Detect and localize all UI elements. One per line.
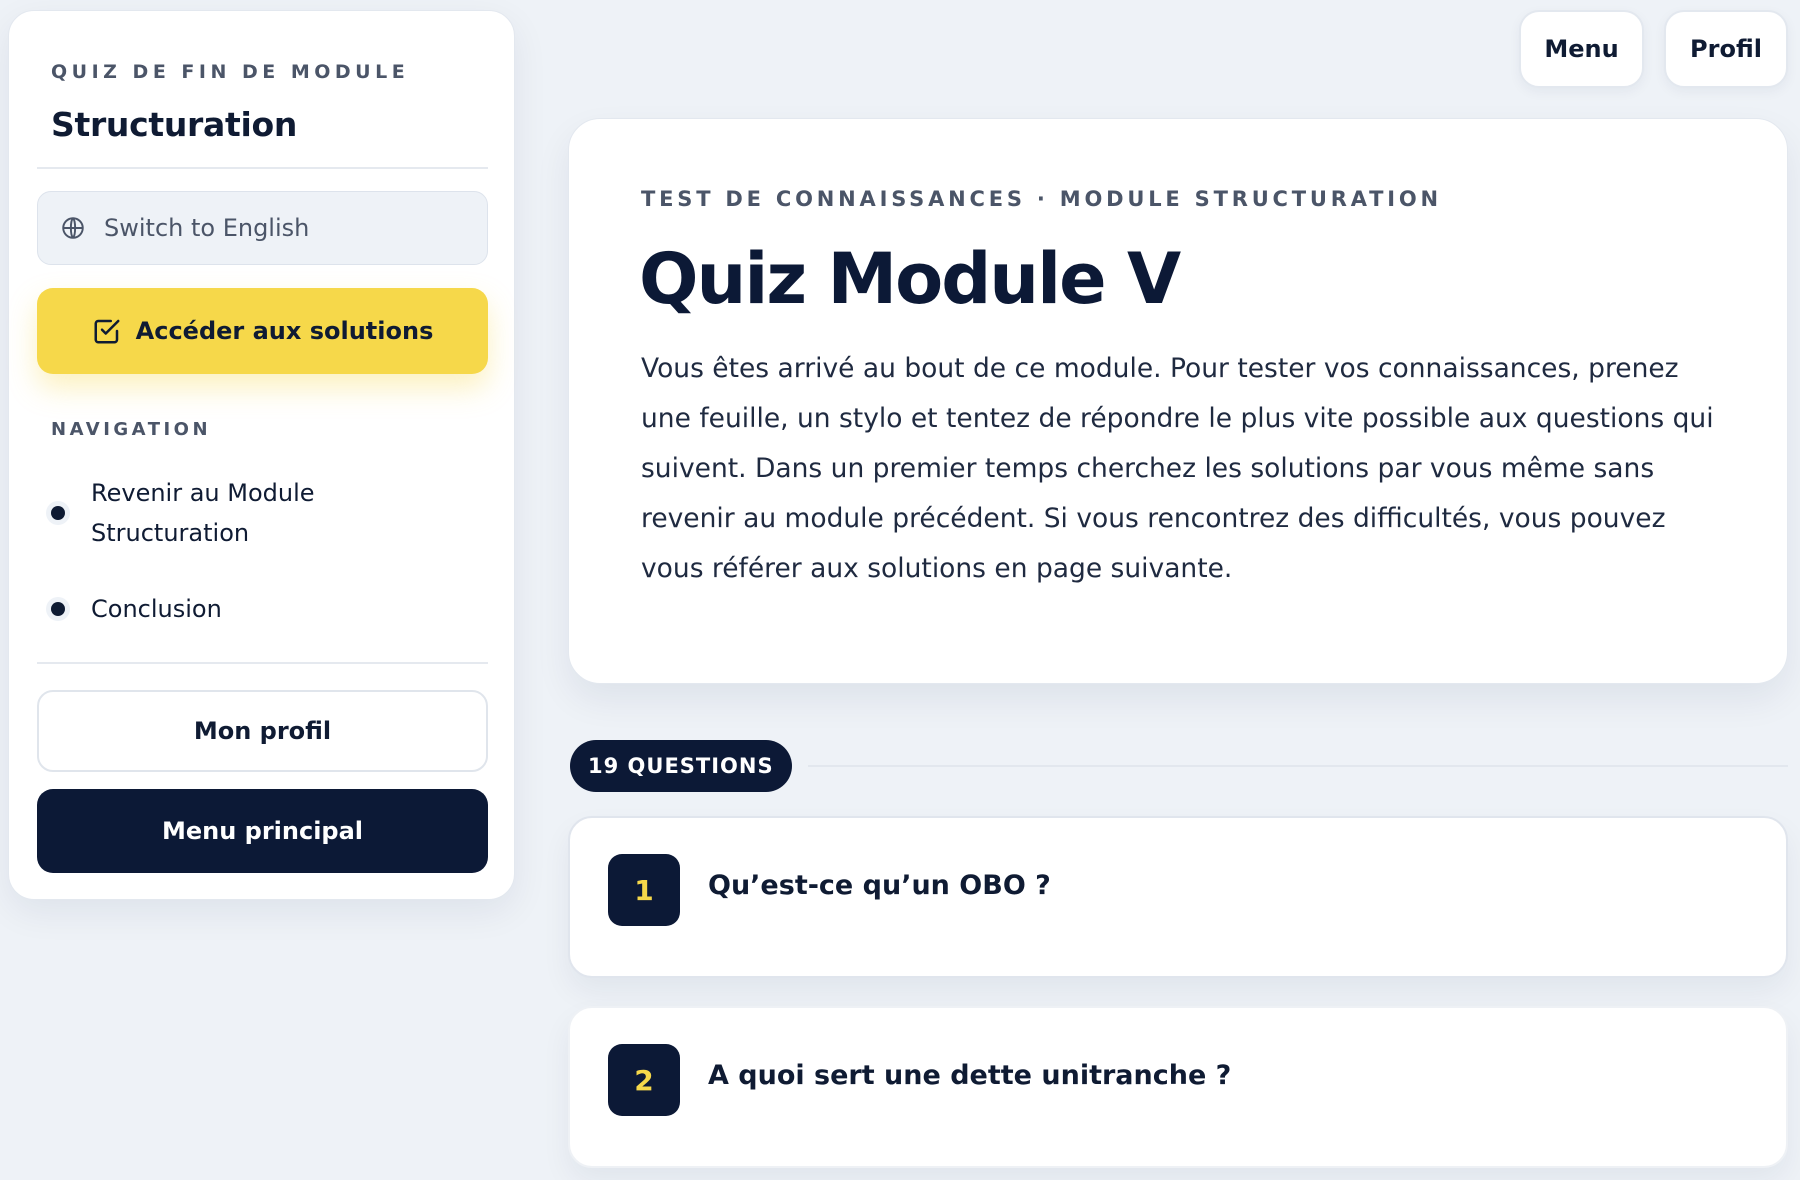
bullet-icon [51, 506, 65, 520]
section-divider [808, 765, 1788, 767]
switch-language-label: Switch to English [104, 214, 310, 242]
nav-item-back-to-module[interactable]: Revenir au Module Structuration [51, 473, 381, 553]
navigation-heading: NAVIGATION [51, 419, 212, 440]
bullet-icon [51, 602, 65, 616]
quiz-intro-card: TEST DE CONNAISSANCES · MODULE STRUCTURA… [568, 118, 1788, 684]
page-title: Quiz Module V [639, 238, 1181, 320]
access-solutions-button[interactable]: Accéder aux solutions [37, 288, 488, 374]
question-text: Qu’est-ce qu’un OBO ? [708, 870, 1051, 901]
sidebar: QUIZ DE FIN DE MODULE Structuration Swit… [8, 10, 515, 900]
nav-item-conclusion[interactable]: Conclusion [51, 589, 381, 629]
sidebar-divider [37, 167, 488, 169]
quiz-description: Vous êtes arrivé au bout de ce module. P… [641, 353, 1714, 584]
question-count-badge: 19 QUESTIONS [570, 740, 792, 792]
checkbox-edit-icon [92, 316, 122, 346]
my-profile-button[interactable]: Mon profil [37, 690, 488, 772]
sidebar-divider [37, 662, 488, 664]
nav-item-label: Revenir au Module Structuration [91, 479, 315, 547]
globe-icon [60, 215, 86, 241]
nav-item-label: Conclusion [91, 595, 222, 623]
sidebar-eyebrow: QUIZ DE FIN DE MODULE [51, 61, 410, 83]
question-number: 2 [608, 1044, 680, 1116]
quiz-page: QUIZ DE FIN DE MODULE Structuration Swit… [0, 0, 1800, 1180]
menu-button[interactable]: Menu [1519, 10, 1644, 88]
question-number: 1 [608, 854, 680, 926]
profile-button[interactable]: Profil [1664, 10, 1788, 88]
switch-language-button[interactable]: Switch to English [37, 191, 488, 265]
sidebar-title: Structuration [51, 105, 298, 144]
main-menu-button[interactable]: Menu principal [37, 789, 488, 873]
question-text: A quoi sert une dette unitranche ? [708, 1060, 1232, 1091]
question-card[interactable]: 2 A quoi sert une dette unitranche ? [568, 1006, 1788, 1168]
question-card[interactable]: 1 Qu’est-ce qu’un OBO ? [568, 816, 1788, 978]
quiz-eyebrow: TEST DE CONNAISSANCES · MODULE STRUCTURA… [641, 187, 1442, 211]
access-solutions-label: Accéder aux solutions [135, 317, 434, 345]
